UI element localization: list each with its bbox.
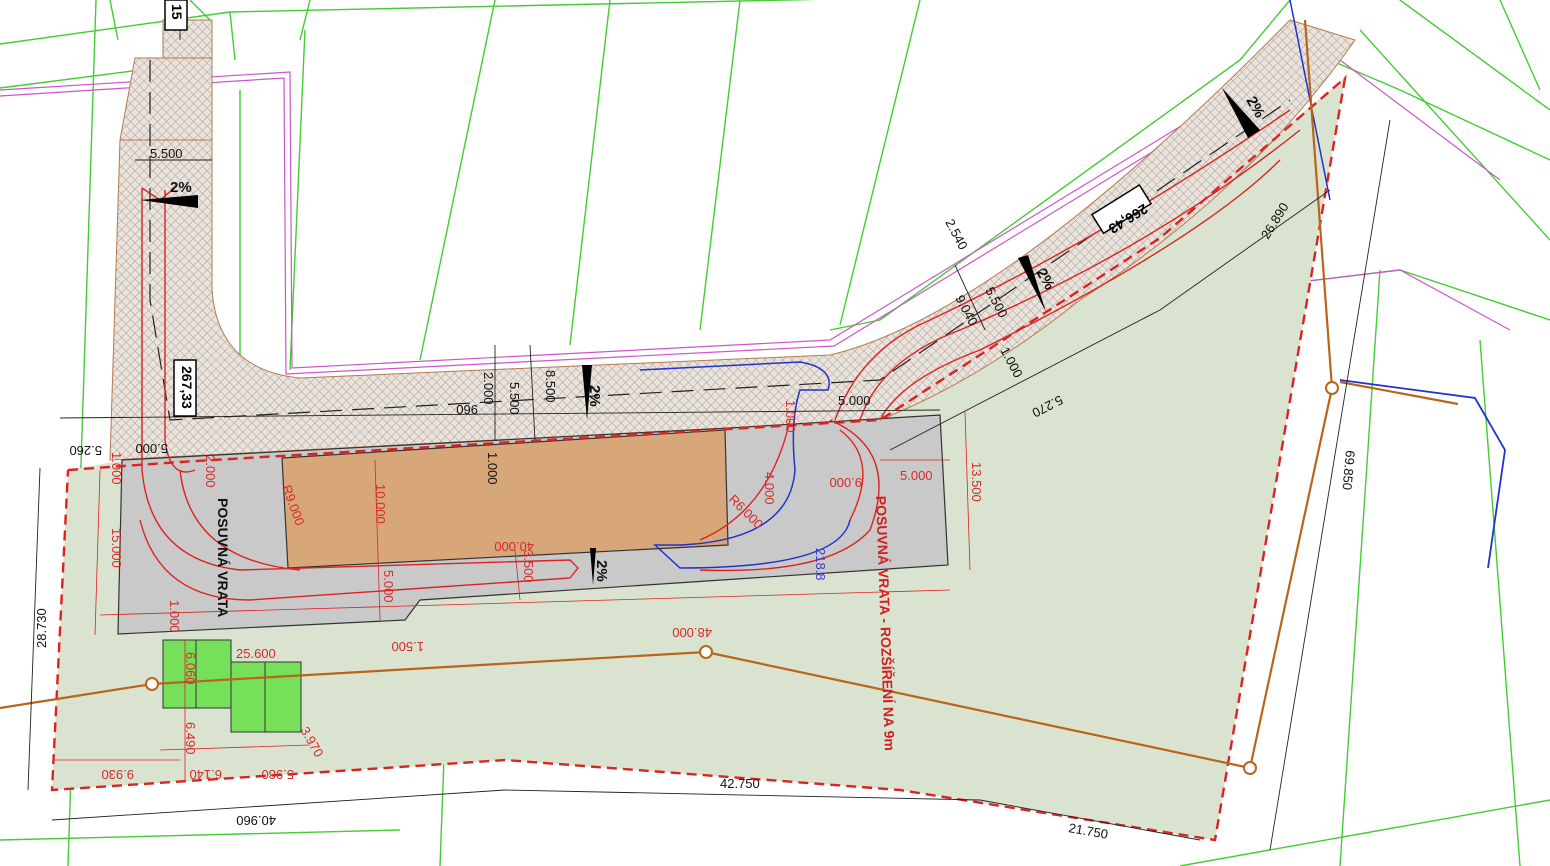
dim-25600: 25.600 <box>236 646 276 661</box>
utility-node-2 <box>699 645 713 659</box>
level-left-label: 267,33 <box>179 366 195 409</box>
dim-6490: 6.490 <box>183 722 198 755</box>
dim-8500: 8.500 <box>543 370 558 403</box>
slope-text-1: 2% <box>170 179 192 196</box>
dim-1000-center: 1.000 <box>485 452 500 485</box>
utility-node-1 <box>145 677 159 691</box>
dim-6140: 6.140 <box>189 767 222 782</box>
level-top-label: 15 <box>169 4 185 20</box>
gate-left-label: POSUVNÁ VRATA <box>215 498 231 617</box>
utility-node-4 <box>1325 381 1339 395</box>
dim-10000: 10.000 <box>373 484 388 524</box>
dim-1000-lower: 1.000 <box>167 600 182 633</box>
dim-5000-gate: 5.000 <box>838 393 871 408</box>
dim-5000-left: 5.000 <box>135 441 168 456</box>
level-box-left: 267,33 <box>173 359 197 417</box>
dim-1500: 1.500 <box>391 639 424 654</box>
dim-9930: 9.930 <box>101 767 134 782</box>
dim-1000-left: 1.000 <box>109 452 124 485</box>
dim-5000-east: 5.000 <box>900 468 933 483</box>
dim-42750: 42.750 <box>720 776 760 791</box>
access-road-left-strip <box>119 57 213 141</box>
dim-3500: 3.500 <box>521 550 536 583</box>
dim-6060: 6.060 <box>183 652 198 685</box>
dim-2540: 2.540 <box>942 216 971 252</box>
dim-960: 960 <box>456 402 478 417</box>
dim-5260: 5.260 <box>69 443 102 458</box>
dim-1000-gate: 1.000 <box>783 400 798 433</box>
dim-5500-mid: 5.500 <box>507 382 522 415</box>
dim-40960: 40.960 <box>236 813 276 828</box>
dim-28730: 28.730 <box>34 608 49 648</box>
dim-4000: 4.000 <box>762 472 777 505</box>
slope-text-2: 2% <box>586 385 603 407</box>
utility-node-3 <box>1243 761 1257 775</box>
dim-9000: 9.000 <box>829 475 862 490</box>
dim-15000: 15.000 <box>109 528 124 568</box>
dim-5000-bottom: 5.000 <box>381 570 396 603</box>
dim-5500-top: 5.500 <box>150 146 183 161</box>
blue-utility-line <box>1339 379 1506 569</box>
dim-5980: 5.980 <box>261 767 294 782</box>
dim-2000-left: 2.000 <box>203 455 218 488</box>
level-box-top: 15 <box>164 0 188 31</box>
dim-48000: 48.000 <box>672 625 712 640</box>
slope-text-5: 2% <box>593 560 610 582</box>
dim-2000: 2.000 <box>481 372 496 405</box>
dim-69850: 69.850 <box>1340 450 1358 491</box>
dim-13500: 13.500 <box>969 462 984 502</box>
site-plan-drawing: 267,33 266,43 15 2% 2% 2% 2% 2% POSUVNÁ … <box>0 0 1550 866</box>
dim-218: 218.8 <box>813 548 828 581</box>
